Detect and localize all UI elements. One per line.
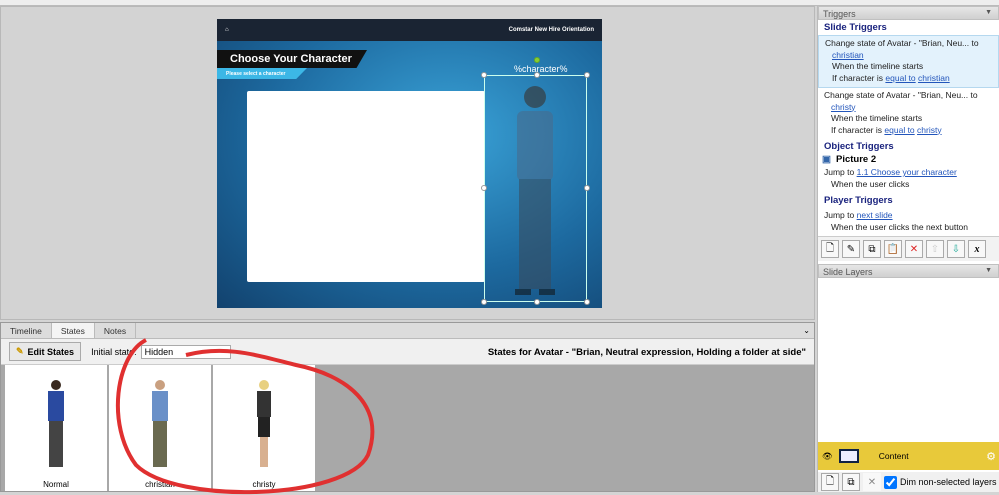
chevron-down-icon[interactable]: ⌄ — [803, 326, 810, 335]
new-trigger-icon[interactable]: 🗋 — [821, 240, 839, 258]
object-picture-2[interactable]: ▣ Picture 2 — [818, 154, 999, 165]
layer-thumbnail — [838, 449, 859, 463]
move-up-icon[interactable]: ⇧ — [926, 240, 944, 258]
trigger-target-link[interactable]: next slide — [857, 210, 893, 220]
slide-triggers-heading: Slide Triggers — [824, 22, 887, 33]
edit-states-label: Edit States — [27, 346, 75, 357]
trigger-action: Change state of Avatar - "Brian, Neu... … — [825, 38, 979, 48]
condition-value-link[interactable]: christian — [918, 73, 950, 83]
slide-layers-header: Slide Layers ▼ — [818, 264, 999, 278]
layer-name: Content — [878, 451, 909, 461]
trigger-when: When the timeline starts — [832, 61, 924, 71]
selection-box — [484, 75, 587, 302]
triggers-title: Triggers — [823, 9, 856, 19]
resize-handle[interactable] — [481, 72, 487, 78]
variables-icon[interactable]: x — [968, 240, 986, 258]
paste-icon[interactable]: 📋 — [884, 240, 902, 258]
trigger-item[interactable]: Jump to 1.1 Choose your character When t… — [818, 165, 999, 193]
trigger-when: When the user clicks — [831, 178, 910, 189]
rotation-handle[interactable] — [534, 57, 540, 63]
trigger-action: Jump to — [824, 210, 855, 220]
slide-header: ⌂ Comstar New Hire Orientation — [217, 19, 602, 41]
trigger-target-link[interactable]: christy — [831, 102, 856, 112]
chevron-down-icon[interactable]: ▼ — [985, 9, 992, 16]
states-title: States for Avatar - "Brian, Neutral expr… — [487, 347, 806, 358]
object-triggers-heading: Object Triggers — [824, 141, 894, 152]
state-label: Normal — [43, 480, 69, 489]
delete-icon[interactable]: ✕ — [905, 240, 923, 258]
slide-layers-title: Slide Layers — [823, 267, 873, 277]
pencil-icon: ✎ — [16, 346, 24, 356]
picture-icon: ▣ — [822, 154, 831, 165]
triggers-panel-header: Triggers ▼ — [818, 6, 999, 20]
move-down-icon[interactable]: ⇩ — [947, 240, 965, 258]
resize-handle[interactable] — [481, 185, 487, 191]
state-normal[interactable]: Normal — [5, 365, 107, 491]
edit-trigger-icon[interactable]: ✎ — [842, 240, 860, 258]
trigger-target-link[interactable]: 1.1 Choose your character — [857, 167, 957, 177]
player-triggers-heading: Player Triggers — [824, 195, 893, 206]
slide-subtitle: Please select a character — [217, 68, 307, 79]
character-variable-text[interactable]: %character% — [514, 64, 568, 74]
trigger-condition: If character is — [832, 72, 884, 83]
tab-states[interactable]: States — [51, 323, 95, 338]
tab-timeline[interactable]: Timeline — [1, 323, 52, 338]
trigger-when: When the timeline starts — [831, 113, 923, 123]
condition-operator-link[interactable]: equal to — [885, 73, 915, 83]
trigger-condition: If character is — [831, 124, 883, 135]
trigger-toolbar: 🗋 ✎ ⧉ 📋 ✕ ⇧ ⇩ x — [818, 236, 999, 261]
resize-handle[interactable] — [534, 72, 540, 78]
slide-title: Choose Your Character — [217, 50, 367, 68]
states-panel: Timeline States Notes ⌄ ✎ Edit States Ini… — [0, 322, 815, 495]
trigger-item[interactable]: Change state of Avatar - "Brian, Neu... … — [818, 35, 999, 88]
condition-value-link[interactable]: christy — [917, 125, 942, 135]
gear-icon[interactable]: ⚙ — [986, 450, 996, 463]
trigger-item[interactable]: Change state of Avatar - "Brian, Neu... … — [818, 88, 999, 139]
resize-handle[interactable] — [584, 72, 590, 78]
course-title: Comstar New Hire Orientation — [508, 27, 594, 33]
resize-handle[interactable] — [481, 299, 487, 305]
trigger-target-link[interactable]: christian — [832, 50, 864, 60]
state-figure — [48, 380, 64, 467]
new-layer-icon[interactable]: 🗋 — [821, 473, 839, 491]
trigger-action: Jump to — [824, 167, 855, 177]
red-annotation-circle — [115, 338, 375, 495]
edit-states-button[interactable]: ✎ Edit States — [9, 342, 82, 361]
trigger-action: Change state of Avatar - "Brian, Neu... … — [824, 90, 978, 100]
layers-toolbar: 🗋 ⧉ ✕ Dim non-selected layers — [818, 472, 999, 492]
dim-layers-label: Dim non-selected layers — [900, 477, 997, 487]
condition-operator-link[interactable]: equal to — [884, 125, 914, 135]
white-content-box[interactable] — [247, 91, 485, 282]
home-icon[interactable]: ⌂ — [225, 27, 229, 33]
chevron-down-icon[interactable]: ▼ — [985, 267, 992, 274]
copy-icon[interactable]: ⧉ — [863, 240, 881, 258]
dim-layers-checkbox[interactable] — [884, 475, 897, 489]
resize-handle[interactable] — [584, 299, 590, 305]
trigger-item[interactable]: Jump to next slide When the user clicks … — [818, 208, 999, 236]
slide-canvas: ⌂ Comstar New Hire Orientation Choose Yo… — [0, 6, 815, 320]
eye-icon[interactable]: 👁 — [822, 451, 833, 462]
resize-handle[interactable] — [534, 299, 540, 305]
duplicate-layer-icon[interactable]: ⧉ — [842, 473, 860, 491]
resize-handle[interactable] — [584, 185, 590, 191]
delete-layer-icon[interactable]: ✕ — [863, 473, 881, 491]
object-name: Picture 2 — [835, 154, 877, 165]
slide[interactable]: ⌂ Comstar New Hire Orientation Choose Yo… — [217, 19, 602, 308]
right-panel: Triggers ▼ Slide Triggers Change state of… — [817, 6, 999, 492]
layer-content[interactable]: 👁 Content ⚙ — [818, 442, 999, 470]
trigger-when: When the user clicks the next button — [831, 221, 969, 232]
